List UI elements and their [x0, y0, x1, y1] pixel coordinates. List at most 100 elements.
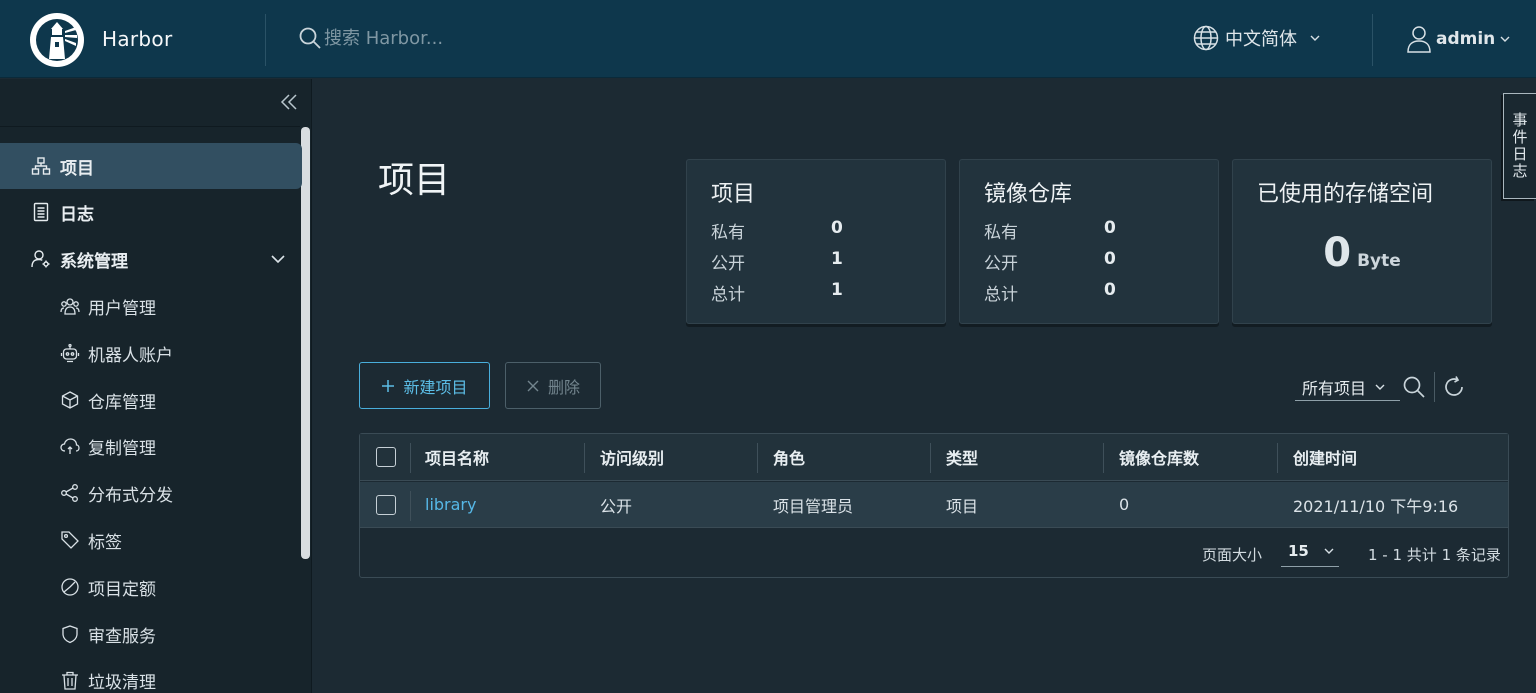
sidebar-item-label: 标签 — [88, 532, 122, 553]
row-select-cell — [376, 482, 396, 527]
page-size-select[interactable]: 15 — [1281, 535, 1339, 567]
toolbar-divider — [1434, 372, 1435, 402]
new-project-button[interactable]: 新建项目 — [359, 362, 490, 409]
main-content: 项目 项目 私有 0 公开 1 总计 1 镜像仓库 私有 0 公开 0 总计 0… — [313, 79, 1536, 693]
projects-icon — [31, 156, 51, 176]
sidebar-item-project-quotas[interactable]: 项目定额 — [0, 564, 302, 610]
top-navigation-bar: Harbor 中文简体 admin — [0, 0, 1536, 78]
sidebar-item-registries[interactable]: 仓库管理 — [0, 377, 302, 423]
creation-time-cell: 2021/11/10 下午9:16 — [1293, 496, 1459, 516]
storage-summary-card: 已使用的存储空间 0 Byte — [1232, 159, 1492, 324]
column-divider[interactable] — [584, 443, 585, 473]
column-header-creation-time[interactable]: 创建时间 — [1293, 434, 1357, 480]
pagination-summary: 1 - 1 共计 1 条记录 — [1368, 546, 1501, 564]
table-row[interactable]: library 公开 项目管理员 项目 0 2021/11/10 下午9:16 — [360, 482, 1508, 528]
sidebar-item-interrogation-services[interactable]: 审查服务 — [0, 611, 302, 657]
select-all-checkbox[interactable] — [376, 447, 396, 467]
sidebar-item-distributions[interactable]: 分布式分发 — [0, 470, 302, 516]
user-menu[interactable]: admin — [1406, 25, 1511, 53]
registry-icon — [60, 390, 80, 410]
card-row-label: 总计 — [984, 285, 1018, 305]
column-header-repo-count[interactable]: 镜像仓库数 — [1119, 434, 1199, 480]
chevron-down-icon — [1500, 36, 1510, 42]
header-divider — [1372, 14, 1373, 66]
projects-table: 项目名称 访问级别 角色 类型 镜像仓库数 创建时间 library 公开 项目… — [359, 433, 1509, 578]
event-log-label: 事件日志 — [1510, 112, 1529, 180]
column-divider[interactable] — [1277, 443, 1278, 473]
sidebar: 项目 日志 系统管理 用户管理 机器人账户 仓库管理 复制管理 分布式分发 标签… — [0, 79, 312, 693]
column-divider[interactable] — [757, 443, 758, 473]
replication-icon — [60, 436, 80, 456]
sidebar-item-label: 机器人账户 — [88, 345, 173, 366]
repositories-summary-card: 镜像仓库 私有 0 公开 0 总计 0 — [959, 159, 1219, 324]
column-divider — [410, 443, 411, 473]
system-admin-icon — [31, 249, 51, 269]
sidebar-item-replications[interactable]: 复制管理 — [0, 423, 302, 469]
page-title: 项目 — [378, 160, 451, 201]
projects-summary-card: 项目 私有 0 公开 1 总计 1 — [686, 159, 946, 324]
harbor-logo-icon[interactable] — [30, 13, 84, 67]
sidebar-item-label: 项目 — [60, 158, 94, 179]
sidebar-item-projects[interactable]: 项目 — [0, 143, 302, 189]
project-filter-select[interactable]: 所有项目 — [1295, 373, 1400, 401]
column-divider[interactable] — [1103, 443, 1104, 473]
sidebar-item-label: 用户管理 — [88, 298, 156, 319]
search-input[interactable] — [324, 27, 624, 49]
chevron-down-icon — [1324, 548, 1334, 554]
sidebar-item-label: 审查服务 — [88, 626, 156, 647]
sidebar-item-garbage-collection[interactable]: 垃圾清理 — [0, 657, 302, 693]
robot-icon — [60, 343, 80, 363]
card-title: 项目 — [711, 182, 756, 207]
shield-icon — [60, 624, 80, 644]
filter-selected: 所有项目 — [1302, 378, 1367, 398]
sidebar-item-label: 仓库管理 — [88, 392, 156, 413]
delete-label: 删除 — [547, 377, 580, 397]
sidebar-divider — [0, 126, 300, 127]
tag-icon — [60, 530, 80, 550]
card-row-value: 0 — [1104, 280, 1116, 300]
row-checkbox[interactable] — [376, 494, 396, 515]
users-icon — [60, 296, 80, 316]
refresh-icon[interactable] — [1442, 375, 1466, 399]
page-size-label: 页面大小 — [1202, 546, 1263, 564]
table-header: 项目名称 访问级别 角色 类型 镜像仓库数 创建时间 — [360, 434, 1508, 481]
access-level-cell: 公开 — [600, 496, 633, 516]
sidebar-item-labels[interactable]: 标签 — [0, 517, 302, 563]
sidebar-scrollbar[interactable] — [301, 127, 310, 559]
repo-count-cell: 0 — [1119, 495, 1130, 514]
search-icon — [299, 27, 321, 49]
chevron-down-icon[interactable] — [270, 251, 286, 267]
sidebar-item-label: 系统管理 — [60, 251, 128, 272]
card-row-label: 私有 — [711, 223, 745, 243]
column-header-name[interactable]: 项目名称 — [425, 434, 489, 480]
sidebar-item-label: 日志 — [60, 204, 94, 225]
trash-icon — [60, 670, 80, 690]
project-name-link[interactable]: library — [425, 482, 476, 527]
select-all-cell — [376, 434, 396, 480]
sidebar-item-robot-accounts[interactable]: 机器人账户 — [0, 330, 302, 376]
delete-button[interactable]: 删除 — [505, 362, 601, 409]
column-divider[interactable] — [930, 443, 931, 473]
search-icon[interactable] — [1402, 375, 1426, 399]
global-search[interactable] — [298, 26, 624, 50]
language-selector[interactable]: 中文简体 — [1193, 25, 1321, 51]
sidebar-item-users[interactable]: 用户管理 — [0, 283, 302, 329]
sidebar-item-label: 垃圾清理 — [88, 672, 156, 693]
column-header-type[interactable]: 类型 — [946, 434, 978, 480]
sidebar-item-logs[interactable]: 日志 — [0, 189, 302, 235]
column-header-access[interactable]: 访问级别 — [600, 434, 664, 480]
card-row-value: 0 — [1104, 249, 1116, 269]
chevron-down-icon — [1310, 35, 1320, 41]
card-title: 镜像仓库 — [984, 182, 1073, 207]
column-header-role[interactable]: 角色 — [773, 434, 805, 480]
logs-icon — [31, 202, 51, 222]
app-title[interactable]: Harbor — [102, 27, 172, 51]
globe-icon — [1193, 25, 1219, 51]
collapse-sidebar-icon[interactable] — [278, 91, 300, 113]
card-row-label: 公开 — [711, 254, 745, 274]
storage-value: 0 — [1323, 230, 1352, 276]
new-project-label: 新建项目 — [403, 377, 468, 397]
card-row-label: 私有 — [984, 223, 1018, 243]
event-log-tab[interactable]: 事件日志 — [1503, 93, 1536, 199]
sidebar-item-system-admin[interactable]: 系统管理 — [0, 236, 302, 282]
